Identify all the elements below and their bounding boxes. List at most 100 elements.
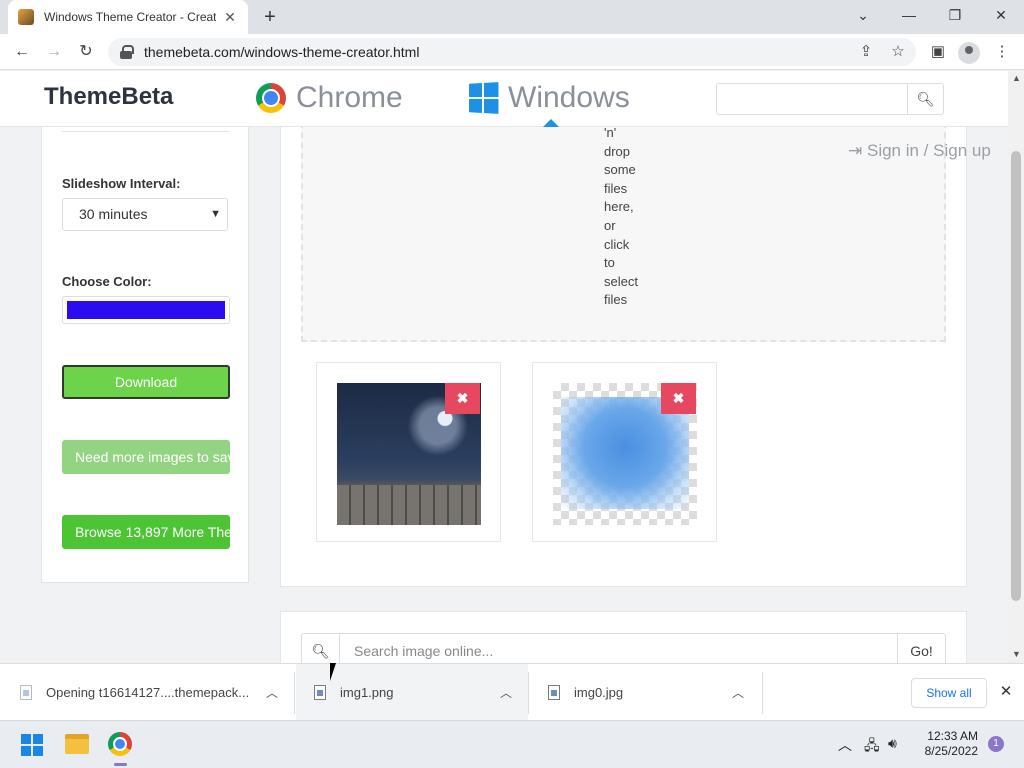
dropzone-text-line: files — [604, 292, 628, 308]
slideshow-interval-label: Slideshow Interval: — [62, 176, 181, 191]
themepack-file-icon — [20, 685, 32, 700]
scroll-thumb[interactable] — [1011, 151, 1021, 601]
clock-time: 12:33 AM — [927, 729, 978, 743]
more-images-button[interactable]: Need more images to save — [62, 440, 230, 474]
clock-date: 8/25/2022 — [924, 744, 978, 758]
download-item[interactable]: Opening t16614127....themepack... ︿ — [0, 664, 294, 721]
nav-chrome[interactable]: Chrome — [256, 81, 403, 115]
active-app-indicator — [114, 763, 127, 766]
profile-avatar-icon[interactable] — [958, 42, 980, 64]
show-all-button[interactable]: Show all — [911, 678, 987, 708]
remove-image-button[interactable]: ✖ — [661, 383, 696, 414]
chevron-up-icon[interactable]: ︿ — [266, 684, 278, 701]
image-file-icon — [314, 685, 326, 700]
web-page: ThemeBeta Chrome Windows 🔍︎ ⇥ Sign in / … — [0, 71, 1024, 663]
image-search-bar: 🔍︎ Search image online... Go! — [301, 633, 946, 663]
image-file-icon — [548, 685, 560, 700]
notification-badge[interactable]: 1 — [988, 736, 1004, 752]
url-text: themebeta.com/windows-theme-creator.html — [144, 44, 420, 60]
browser-titlebar: Windows Theme Creator - Create ✕ + ⌄ — ❐… — [0, 0, 1024, 34]
mouse-cursor-icon — [330, 663, 336, 681]
page-scrollbar[interactable]: ▲ ▼ — [1008, 71, 1024, 663]
chrome-logo-icon — [256, 83, 286, 113]
chevron-up-icon[interactable]: ︿ — [838, 735, 852, 755]
clock[interactable]: 12:33 AM 8/25/2022 — [912, 729, 978, 759]
previous-field-edge — [62, 130, 230, 132]
sign-in-link[interactable]: ⇥ Sign in / Sign up — [848, 141, 991, 161]
nav-chrome-label: Chrome — [296, 81, 403, 114]
dropzone-text-line: click — [604, 236, 630, 252]
active-nav-indicator — [543, 119, 559, 127]
image-search-input[interactable]: Search image online... — [354, 634, 493, 663]
themebeta-favicon-icon — [18, 9, 34, 25]
slideshow-interval-select[interactable]: 30 minutes ▼ — [62, 198, 228, 231]
site-search-input[interactable]: 🔍︎ — [716, 83, 944, 115]
windows-logo-icon — [469, 82, 499, 114]
download-shelf: Opening t16614127....themepack... ︿ img1… — [0, 663, 1024, 721]
address-bar[interactable]: themebeta.com/windows-theme-creator.html — [108, 38, 916, 66]
file-explorer-icon[interactable] — [65, 734, 89, 754]
browse-themes-button[interactable]: Browse 13,897 More Themes — [62, 515, 230, 549]
site-logo[interactable]: ThemeBeta — [44, 83, 173, 111]
new-tab-button[interactable]: + — [258, 5, 282, 29]
theme-options-sidebar: Slideshow Interval: 30 minutes ▼ Choose … — [41, 111, 249, 583]
download-filename: img0.jpg — [574, 685, 624, 700]
back-arrow-icon[interactable]: ← — [10, 40, 34, 64]
dropzone-text-line: to — [604, 255, 615, 271]
menu-kebab-icon[interactable]: ⋮ — [990, 40, 1014, 64]
color-swatch — [67, 301, 225, 319]
lock-icon[interactable] — [120, 45, 134, 59]
close-window-button[interactable]: ✕ — [978, 0, 1024, 30]
tab-title: Windows Theme Creator - Create — [44, 10, 216, 24]
volume-icon[interactable]: 🔊︎ — [888, 735, 897, 752]
site-header: ThemeBeta Chrome Windows 🔍︎ — [0, 71, 1008, 127]
dropzone-text-line: drop — [604, 143, 631, 159]
nav-windows-label: Windows — [508, 81, 630, 114]
download-button[interactable]: Download — [62, 365, 230, 399]
divider — [528, 672, 529, 714]
download-item[interactable]: img0.jpg ︿ — [530, 664, 762, 721]
image-search-panel: 🔍︎ Search image online... Go! — [280, 611, 967, 663]
search-icon[interactable]: 🔍︎ — [907, 84, 943, 114]
scroll-up-arrow-icon[interactable]: ▲ — [1012, 73, 1021, 83]
scroll-down-arrow-icon[interactable]: ▼ — [1012, 649, 1021, 659]
divider — [762, 672, 763, 714]
share-icon[interactable]: ⇪ — [854, 40, 878, 64]
chevron-up-icon[interactable]: ︿ — [500, 684, 512, 701]
nav-windows[interactable]: Windows — [468, 81, 630, 115]
color-picker[interactable] — [62, 296, 230, 324]
download-filename: img1.png — [340, 685, 394, 700]
sign-in-label: Sign in / Sign up — [866, 141, 991, 160]
browser-toolbar: ← → ↻ themebeta.com/windows-theme-creato… — [0, 34, 1024, 70]
download-filename: Opening t16614127....themepack... — [46, 685, 250, 700]
go-button[interactable]: Go! — [897, 634, 945, 663]
reload-icon[interactable]: ↻ — [74, 40, 98, 64]
close-tab-icon[interactable]: ✕ — [222, 9, 238, 25]
slideshow-interval-value: 30 minutes — [79, 206, 148, 222]
remove-image-button[interactable]: ✖ — [445, 383, 480, 414]
chevron-up-icon[interactable]: ︿ — [732, 684, 744, 701]
browser-tab[interactable]: Windows Theme Creator - Create ✕ — [8, 0, 248, 34]
bookmark-star-icon[interactable]: ☆ — [886, 40, 910, 64]
upload-panel: 'n' drop some files here, or click to select file… — [280, 111, 967, 587]
chrome-taskbar-icon[interactable] — [108, 732, 132, 756]
side-panel-icon[interactable]: ▣ — [926, 40, 950, 64]
dropzone-text-line: some — [604, 162, 636, 178]
search-icon: 🔍︎ — [302, 634, 340, 663]
chevron-down-icon: ▼ — [210, 208, 221, 220]
minimize-button[interactable]: — — [886, 0, 932, 30]
uploaded-image-card: ✖ — [316, 362, 501, 542]
close-icon[interactable]: ✕ — [996, 682, 1016, 702]
forward-arrow-icon[interactable]: → — [42, 40, 66, 64]
windows-taskbar: ︿ 🖧︎ 🔊︎ 12:33 AM 8/25/2022 1 — [0, 720, 1024, 768]
dropzone-text-line: or — [604, 217, 616, 233]
sign-in-icon: ⇥ — [848, 141, 863, 160]
network-icon[interactable]: 🖧︎ — [864, 735, 880, 759]
uploaded-image-card: ✖ — [532, 362, 717, 542]
start-windows-icon[interactable] — [21, 734, 43, 756]
tab-search-icon[interactable]: ⌄ — [840, 0, 886, 30]
dropzone-text-line: files — [604, 180, 628, 196]
restore-button[interactable]: ❐ — [932, 0, 978, 30]
dropzone-text-line: here, — [604, 199, 634, 215]
divider — [294, 672, 295, 714]
